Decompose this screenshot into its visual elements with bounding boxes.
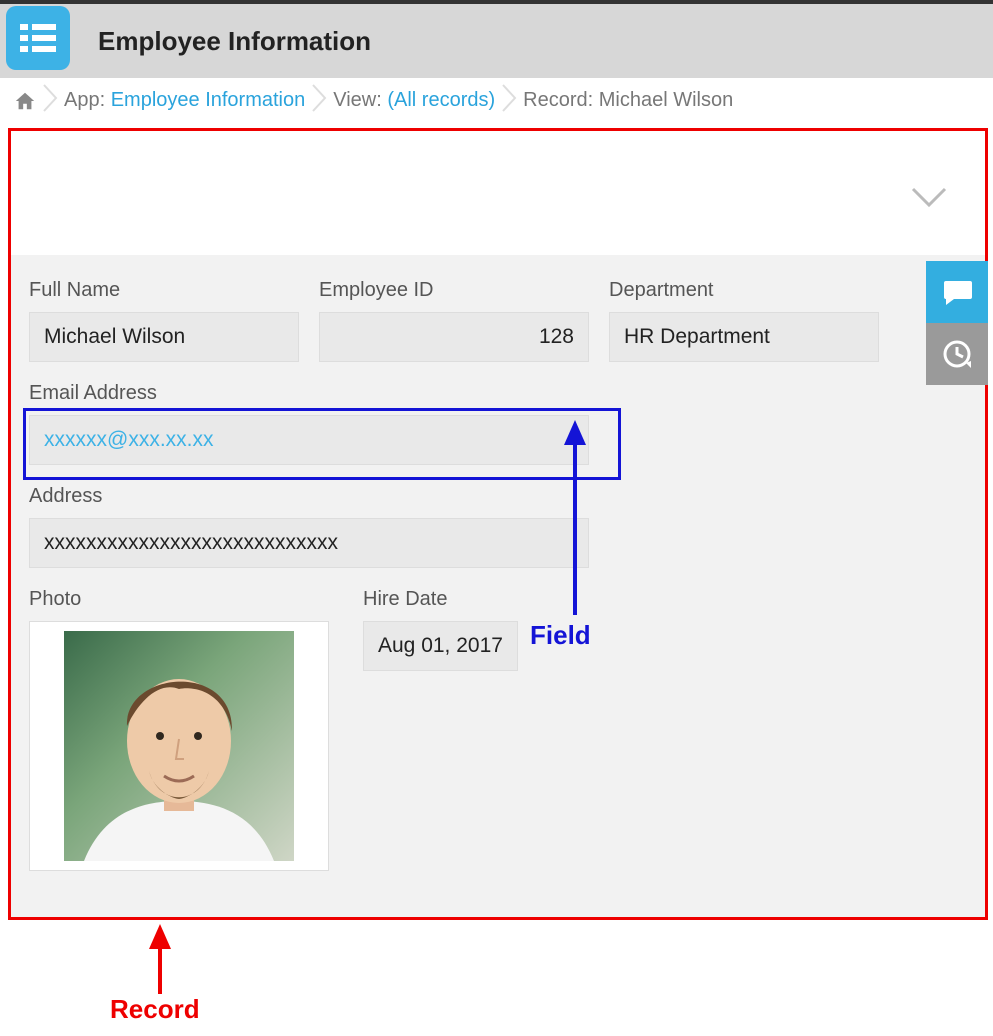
record-container: Full Name Michael Wilson Employee ID 128… (8, 128, 988, 920)
breadcrumb-app-link[interactable]: Employee Information (111, 89, 306, 111)
breadcrumb-separator-icon (501, 83, 517, 119)
comments-tab[interactable] (926, 261, 988, 323)
history-icon (940, 337, 974, 371)
breadcrumb-record: Record: Michael Wilson (523, 89, 733, 112)
field-label: Hire Date (363, 588, 518, 611)
annotation-record-label: Record (110, 994, 200, 1025)
field-label: Address (29, 485, 589, 508)
field-employee-id: Employee ID 128 (319, 279, 589, 362)
record-body: Full Name Michael Wilson Employee ID 128… (11, 255, 985, 917)
field-label: Full Name (29, 279, 299, 302)
breadcrumb-app-label: App: (64, 89, 111, 111)
history-tab[interactable] (926, 323, 988, 385)
chevron-down-icon[interactable] (909, 183, 949, 213)
field-email: Email Address xxxxxx@xxx.xx.xx (29, 382, 589, 465)
breadcrumb-app[interactable]: App: Employee Information (64, 89, 305, 112)
app-title: Employee Information (98, 26, 371, 57)
record-toolbar-area (11, 131, 985, 255)
field-value: Michael Wilson (29, 312, 299, 362)
field-value: xxxxxxxxxxxxxxxxxxxxxxxxxxxx (29, 518, 589, 568)
field-label: Email Address (29, 382, 589, 405)
avatar-photo-icon (64, 631, 294, 861)
annotation-record-arrow-icon (145, 924, 175, 994)
field-value: 128 (319, 312, 589, 362)
field-photo: Photo (29, 588, 329, 871)
comment-icon (940, 275, 974, 309)
breadcrumb: App: Employee Information View: (All rec… (0, 78, 993, 124)
field-department: Department HR Department (609, 279, 879, 362)
field-address: Address xxxxxxxxxxxxxxxxxxxxxxxxxxxx (29, 485, 589, 568)
field-label: Photo (29, 588, 329, 611)
breadcrumb-separator-icon (42, 83, 58, 119)
photo-thumbnail[interactable] (29, 621, 329, 871)
field-value-email-link[interactable]: xxxxxx@xxx.xx.xx (29, 415, 589, 465)
annotation-field-label: Field (530, 620, 591, 651)
app-icon[interactable] (6, 6, 70, 70)
field-label: Department (609, 279, 879, 302)
side-tabs (926, 261, 988, 385)
field-label: Employee ID (319, 279, 589, 302)
breadcrumb-view-link[interactable]: (All records) (387, 89, 495, 111)
list-icon (16, 16, 60, 60)
breadcrumb-view[interactable]: View: (All records) (333, 89, 495, 112)
breadcrumb-record-label: Record: (523, 89, 599, 111)
field-hire-date: Hire Date Aug 01, 2017 (363, 588, 518, 871)
field-value: Aug 01, 2017 (363, 621, 518, 671)
breadcrumb-record-value: Michael Wilson (599, 89, 733, 111)
breadcrumb-view-label: View: (333, 89, 387, 111)
field-value: HR Department (609, 312, 879, 362)
home-icon[interactable] (14, 90, 36, 112)
field-full-name: Full Name Michael Wilson (29, 279, 299, 362)
app-bar: Employee Information (0, 0, 993, 78)
breadcrumb-separator-icon (311, 83, 327, 119)
